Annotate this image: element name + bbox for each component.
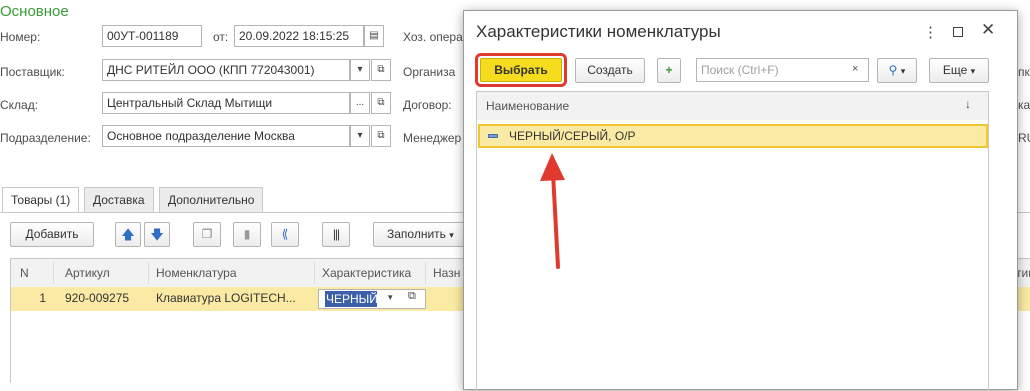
date-field[interactable]: 20.09.2022 18:15:25	[234, 25, 364, 47]
sort-arrow-icon[interactable]: ↓	[965, 97, 971, 111]
supplier-label: Поставщик:	[0, 65, 65, 79]
column-header-name[interactable]: Наименование	[486, 99, 569, 113]
contract-label: Договор:	[403, 98, 452, 112]
split-button[interactable]: ⟪	[271, 222, 299, 247]
warehouse-field[interactable]: Центральный Склад Мытищи	[102, 92, 350, 114]
column-header-characteristic[interactable]: Характеристика	[316, 262, 426, 284]
chevron-down-icon: ▾	[900, 66, 906, 76]
arrow-up-icon: 🡅	[121, 227, 135, 242]
barcode-button[interactable]: |||	[322, 222, 350, 247]
more-button[interactable]: Еще ▾	[929, 58, 989, 83]
open-icon[interactable]: ⧉	[371, 125, 391, 147]
right-cut-text-1: пка а	[1018, 65, 1030, 79]
arrow-down-icon: 🡇	[150, 227, 164, 242]
create-button[interactable]: Создать	[575, 58, 645, 83]
add-button[interactable]: Добавить	[10, 222, 94, 247]
right-cut-text-2: ка:	[1018, 98, 1030, 112]
chevron-down-icon: ▾	[970, 66, 976, 76]
paste-button[interactable]: ▮	[233, 222, 261, 247]
row-article: 920-009275	[65, 291, 130, 305]
create-group-button[interactable]: +	[657, 58, 681, 83]
calendar-icon[interactable]: ▤	[364, 25, 384, 47]
chevron-down-icon[interactable]: ▾	[350, 125, 370, 147]
item-marker-icon	[488, 134, 498, 138]
open-icon[interactable]: ⧉	[408, 290, 416, 303]
characteristics-dialog: Характеристики номенклатуры ⋮ ✕ Выбрать …	[463, 10, 1018, 391]
add-group-icon: +	[665, 63, 673, 77]
row-nomenclature: Клавиатура LOGITECH...	[156, 291, 296, 305]
more-button-label: Еще	[942, 63, 968, 77]
supplier-field[interactable]: ДНС РИТЕЙЛ ООО (КПП 772043001)	[102, 59, 350, 81]
division-label: Подразделение:	[0, 131, 91, 145]
open-icon[interactable]: ⧉	[371, 59, 391, 81]
annotation-arrow	[540, 153, 565, 269]
warehouse-label: Склад:	[0, 98, 39, 112]
manager-label: Менеджер	[403, 131, 462, 145]
characteristic-selected-text[interactable]: ЧЕРНЫЙ	[325, 291, 377, 307]
from-label: от:	[213, 30, 229, 44]
organization-label: Организа	[403, 65, 456, 79]
move-down-button[interactable]: 🡇	[144, 222, 170, 247]
clear-icon[interactable]: ×	[852, 63, 858, 75]
number-field[interactable]: 00УТ-001189	[102, 25, 202, 47]
search-input[interactable]: Поиск (Ctrl+F)	[696, 58, 869, 82]
list-item-name[interactable]: ЧЕРНЫЙ/СЕРЫЙ, О/Р	[509, 129, 636, 143]
search-icon: ⚲	[888, 63, 898, 77]
select-button[interactable]: Выбрать	[480, 58, 562, 82]
copy-button[interactable]: ❐	[193, 222, 221, 247]
select-ellipsis-icon[interactable]: ...	[350, 92, 370, 114]
division-field[interactable]: Основное подразделение Москва	[102, 125, 350, 147]
tab-delivery[interactable]: Доставка	[84, 187, 154, 212]
chevron-down-icon: ▾	[449, 230, 454, 240]
tab-additional[interactable]: Дополнительно	[159, 187, 264, 212]
maximize-icon[interactable]	[953, 27, 963, 37]
search-button[interactable]: ⚲ ▾	[877, 58, 917, 83]
chevron-down-icon[interactable]: ▾	[388, 292, 393, 303]
barcode-icon: |||	[332, 227, 340, 241]
row-number: 1	[39, 291, 46, 305]
tab-goods[interactable]: Товары (1)	[2, 187, 80, 213]
more-vert-icon[interactable]: ⋮	[923, 23, 938, 41]
column-header-n[interactable]: N	[14, 262, 54, 284]
hoz-operation-label: Хоз. опера	[403, 30, 463, 44]
move-up-button[interactable]: 🡅	[115, 222, 141, 247]
right-cut-text-3: RUB	[1018, 131, 1030, 145]
column-header-nomenclature[interactable]: Номенклатура	[150, 262, 315, 284]
paste-icon: ▮	[243, 227, 251, 241]
number-label: Номер:	[0, 30, 41, 44]
column-header-article[interactable]: Артикул	[59, 262, 149, 284]
fill-button[interactable]: Заполнить ▾	[373, 222, 465, 247]
close-icon[interactable]: ✕	[981, 20, 995, 40]
dialog-title: Характеристики номенклатуры	[476, 22, 721, 41]
copy-icon: ❐	[201, 227, 213, 241]
form-title: Основное	[0, 3, 69, 20]
open-icon[interactable]: ⧉	[371, 92, 391, 114]
split-icon: ⟪	[281, 227, 289, 241]
chevron-down-icon[interactable]: ▾	[350, 59, 370, 81]
fill-button-label: Заполнить	[387, 227, 446, 241]
column-header-purpose[interactable]: Назн	[427, 262, 467, 284]
